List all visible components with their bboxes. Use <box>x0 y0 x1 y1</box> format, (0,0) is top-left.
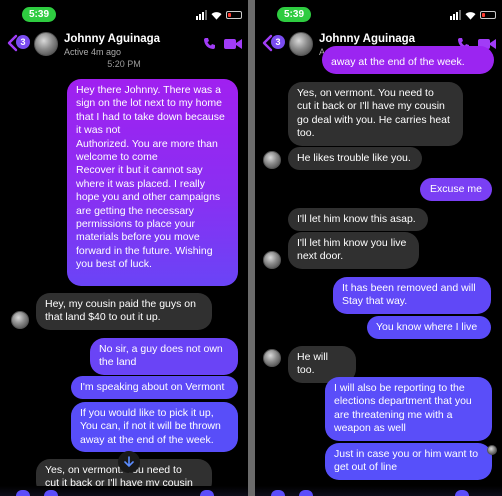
message-bubble-outgoing[interactable]: It has been removed and will Stay that w… <box>333 277 491 314</box>
battery-icon <box>480 11 496 19</box>
contact-avatar-small <box>263 349 281 367</box>
message-bubble-outgoing[interactable]: Excuse me <box>420 178 492 202</box>
status-bar: 5:39 <box>255 0 502 24</box>
right-screenshot: 5:39 3 Johnny Aguinaga Active 4m ago awa… <box>255 0 502 496</box>
phone-icon[interactable] <box>203 37 216 50</box>
status-time: 5:39 <box>22 7 56 22</box>
left-screenshot: 5:39 3 Johnny Aguinaga Active 4m ago 5:2… <box>0 0 248 496</box>
signal-icon <box>196 10 207 20</box>
contact-avatar-small <box>11 311 29 329</box>
message-bubble-outgoing[interactable]: away at the end of the week. <box>322 46 494 75</box>
scroll-down-arrow-icon <box>124 456 134 468</box>
signal-icon <box>450 10 461 20</box>
message-thread[interactable]: away at the end of the week. Yes, on ver… <box>255 46 502 496</box>
active-status: Active 4m ago <box>64 47 122 57</box>
contact-avatar-small <box>263 151 281 169</box>
unread-badge: 3 <box>16 35 30 49</box>
contact-name[interactable]: Johnny Aguinaga <box>64 33 160 45</box>
composer-bar <box>0 486 248 496</box>
read-receipt-avatar <box>487 445 497 455</box>
wifi-icon <box>465 11 476 20</box>
video-camera-icon[interactable] <box>224 38 242 50</box>
battery-icon <box>226 11 242 19</box>
message-bubble-outgoing[interactable]: Hey there Johnny. There was a sign on th… <box>67 79 238 286</box>
status-bar: 5:39 <box>0 0 248 24</box>
scroll-down-button[interactable] <box>118 451 140 473</box>
wifi-icon <box>211 11 222 20</box>
composer-bar <box>255 486 502 496</box>
message-bubble-outgoing[interactable]: If you would like to pick it up, You can… <box>71 402 238 453</box>
message-timestamp: 5:20 PM <box>107 59 141 69</box>
status-time: 5:39 <box>277 7 311 22</box>
message-bubble-outgoing[interactable]: I will also be reporting to the election… <box>325 377 492 441</box>
message-bubble-incoming[interactable]: Yes, on vermont. You need to cut it back… <box>288 82 463 146</box>
message-thread[interactable]: 5:20 PM Hey there Johnny. There was a si… <box>0 59 248 496</box>
contact-name[interactable]: Johnny Aguinaga <box>319 33 415 45</box>
conversation-header: 3 Johnny Aguinaga Active 4m ago <box>0 24 248 62</box>
message-bubble-incoming[interactable]: Hey, my cousin paid the guys on that lan… <box>36 293 212 330</box>
unread-badge: 3 <box>271 35 285 49</box>
message-bubble-outgoing[interactable]: You know where I live <box>367 316 491 340</box>
contact-avatar-small <box>263 251 281 269</box>
message-bubble-incoming[interactable]: I'll let him know this asap. <box>288 208 428 232</box>
message-bubble-outgoing[interactable]: No sir, a guy does not own the land <box>90 338 238 375</box>
message-bubble-outgoing[interactable]: I'm speaking about on Vermont <box>71 376 238 400</box>
message-bubble-incoming[interactable]: I'll let him know you live next door. <box>288 232 419 269</box>
contact-avatar[interactable] <box>289 32 313 56</box>
message-bubble-outgoing[interactable]: Just in case you or him want to get out … <box>325 443 492 480</box>
message-bubble-incoming[interactable]: He likes trouble like you. <box>288 147 422 171</box>
contact-avatar[interactable] <box>34 32 58 56</box>
